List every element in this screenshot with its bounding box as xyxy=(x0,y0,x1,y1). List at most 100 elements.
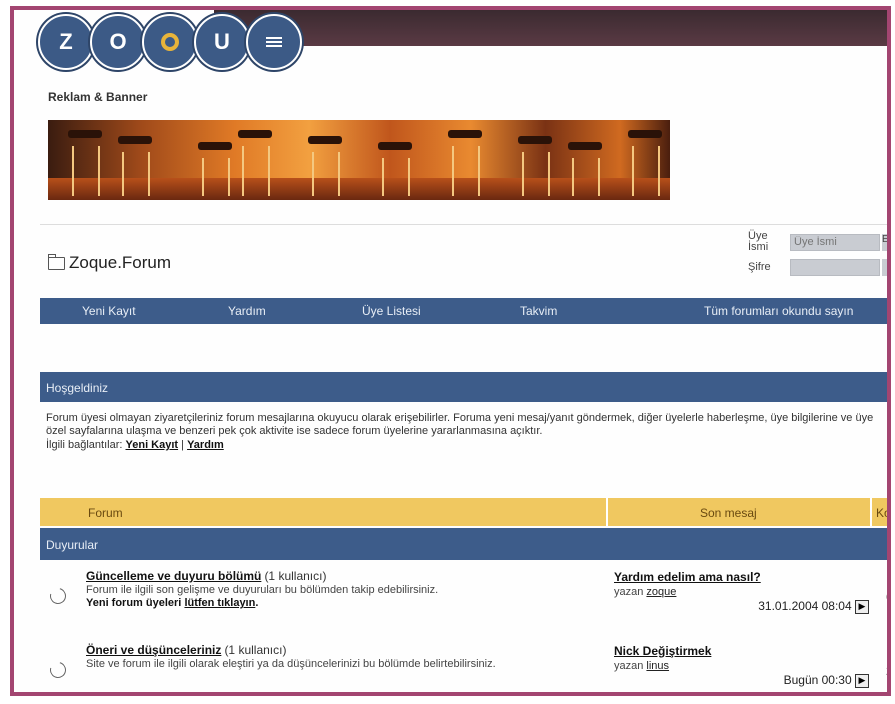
welcome-header-text: Hoşgeldiniz xyxy=(46,381,109,395)
chair-leg xyxy=(382,158,384,196)
chair-leg xyxy=(408,158,410,196)
chair-leg xyxy=(572,158,574,196)
forum-status-icon xyxy=(47,585,69,607)
top-bar xyxy=(214,10,887,46)
links-label: İlgili bağlantılar: xyxy=(46,439,123,451)
menu-lines-icon xyxy=(266,37,282,47)
chair-seat xyxy=(378,142,412,150)
register-link[interactable]: Yeni Kayıt xyxy=(126,439,179,451)
nav-item-register[interactable]: Yeni Kayıt xyxy=(82,304,136,318)
forum-extra: Yeni forum üyeleri lütfen tıklayın. xyxy=(86,597,606,610)
chair-leg xyxy=(228,158,230,196)
last-post-title[interactable]: Yardım edelim ama nasıl? xyxy=(614,570,761,584)
forum-extra-prefix: Yeni forum üyeleri xyxy=(86,597,182,609)
forum-title-link[interactable]: Güncelleme ve duyuru bölümü xyxy=(86,569,261,583)
last-post-by-label: yazan xyxy=(614,660,644,672)
logo-circle-z: Z xyxy=(38,14,94,70)
last-post: Yardım edelim ama nasıl? yazan zoque 31.… xyxy=(614,570,869,614)
goto-last-post-icon[interactable]: ▶ xyxy=(855,673,869,688)
nav-item-help[interactable]: Yardım xyxy=(228,304,266,318)
chair-leg xyxy=(72,146,74,196)
chair-seat xyxy=(628,130,662,138)
last-post-author-link[interactable]: linus xyxy=(646,660,669,672)
logo-circle-q xyxy=(142,14,198,70)
forum-description: Site ve forum ile ilgili olarak eleştiri… xyxy=(86,658,496,670)
column-divider-2 xyxy=(870,498,872,526)
chair-seat xyxy=(308,136,342,144)
folder-icon xyxy=(48,253,65,270)
chair-leg xyxy=(312,152,314,196)
last-post: Nick Değiştirmek yazan linus Bugün 00:30… xyxy=(614,644,869,688)
column-last-post: Son mesaj xyxy=(700,506,757,520)
chair-leg xyxy=(598,158,600,196)
nav-item-mark-read[interactable]: Tüm forumları okundu sayın xyxy=(704,304,853,318)
forum-status-icon xyxy=(47,659,69,681)
column-header: Forum Son mesaj Ko xyxy=(40,498,891,526)
forum-row[interactable]: Güncelleme ve duyuru bölümü (1 kullanıcı… xyxy=(40,570,887,638)
forum-row-main: Öneri ve düşünceleriniz (1 kullanıcı) Si… xyxy=(86,644,606,671)
welcome-paragraph: Forum üyesi olmayan ziyaretçileriniz for… xyxy=(46,412,874,437)
password-edge xyxy=(882,259,887,276)
ads-title: Reklam & Banner xyxy=(48,90,148,104)
site-logo[interactable]: Z O U xyxy=(38,14,302,70)
forum-description: Forum ile ilgili son gelişme ve duyurula… xyxy=(86,584,439,596)
login-box: Üye İsmi E Şifre xyxy=(748,230,887,282)
chair-leg xyxy=(632,146,634,196)
chair-seat xyxy=(68,130,102,138)
forum-extra-suffix: . xyxy=(255,597,259,609)
banner-floor xyxy=(48,178,670,200)
chair-seat xyxy=(568,142,602,150)
last-post-author: yazan zoque xyxy=(614,585,869,599)
forum-title[interactable]: Zoque.Forum xyxy=(48,253,171,273)
password-row: Şifre xyxy=(748,259,887,276)
goto-last-post-icon[interactable]: ▶ xyxy=(855,599,869,614)
chair-seat xyxy=(198,142,232,150)
column-forum: Forum xyxy=(88,506,123,520)
last-post-author: yazan linus xyxy=(614,659,869,673)
last-post-date: 31.01.2004 08:04 ▶ xyxy=(614,599,869,614)
z-letter-icon: Z xyxy=(59,29,73,54)
ad-banner-image[interactable] xyxy=(48,120,670,200)
section-title: Duyurular xyxy=(46,538,99,552)
chair-leg xyxy=(148,152,150,196)
chair-leg xyxy=(478,146,480,196)
welcome-header: Hoşgeldiniz xyxy=(40,372,887,402)
logo-circle-u: U xyxy=(194,14,250,70)
forum-row[interactable]: Öneri ve düşünceleriniz (1 kullanıcı) Si… xyxy=(40,644,887,692)
forum-title-link[interactable]: Öneri ve düşünceleriniz xyxy=(86,643,221,657)
last-post-by-label: yazan xyxy=(614,586,644,598)
username-row: Üye İsmi E xyxy=(748,230,887,253)
last-post-date-text: 31.01.2004 08:04 xyxy=(758,599,852,613)
nav-item-members[interactable]: Üye Listesi xyxy=(362,304,421,318)
logo-circle-o: O xyxy=(90,14,146,70)
password-label: Şifre xyxy=(748,261,771,273)
welcome-links: İlgili bağlantılar: Yeni Kayıt | Yardım xyxy=(46,439,887,452)
last-post-date-text: Bugün 00:30 xyxy=(783,673,852,687)
last-post-title[interactable]: Nick Değiştirmek xyxy=(614,644,711,658)
chair-leg xyxy=(98,146,100,196)
username-input[interactable] xyxy=(790,233,880,251)
nav-item-calendar[interactable]: Takvim xyxy=(520,304,557,318)
help-link[interactable]: Yardım xyxy=(187,439,224,451)
row-edge-count: 2 xyxy=(886,664,887,678)
last-post-author-link[interactable]: zoque xyxy=(646,586,676,598)
login-button-cut[interactable]: E xyxy=(882,233,887,251)
forum-title-text: Zoque.Forum xyxy=(69,253,172,272)
chair-leg xyxy=(548,152,550,196)
chair-leg xyxy=(338,152,340,196)
chair-leg xyxy=(202,158,204,196)
forum-row-main: Güncelleme ve duyuru bölümü (1 kullanıcı… xyxy=(86,570,606,610)
column-cut: Ko xyxy=(876,506,891,520)
chair-seat xyxy=(238,130,272,138)
password-input[interactable] xyxy=(790,259,880,276)
forum-extra-link[interactable]: lütfen tıklayın xyxy=(184,597,255,609)
u-letter-icon: U xyxy=(214,29,230,54)
forum-user-count: (1 kullanıcı) xyxy=(224,643,287,657)
links-separator: | xyxy=(181,439,184,451)
column-divider xyxy=(606,498,608,526)
username-label: Üye İsmi xyxy=(748,230,769,253)
chair-seat xyxy=(448,130,482,138)
chair-leg xyxy=(268,146,270,196)
forum-header: Zoque.Forum Üye İsmi E Şifre xyxy=(40,224,887,297)
logo-circle-menu[interactable] xyxy=(246,14,302,70)
